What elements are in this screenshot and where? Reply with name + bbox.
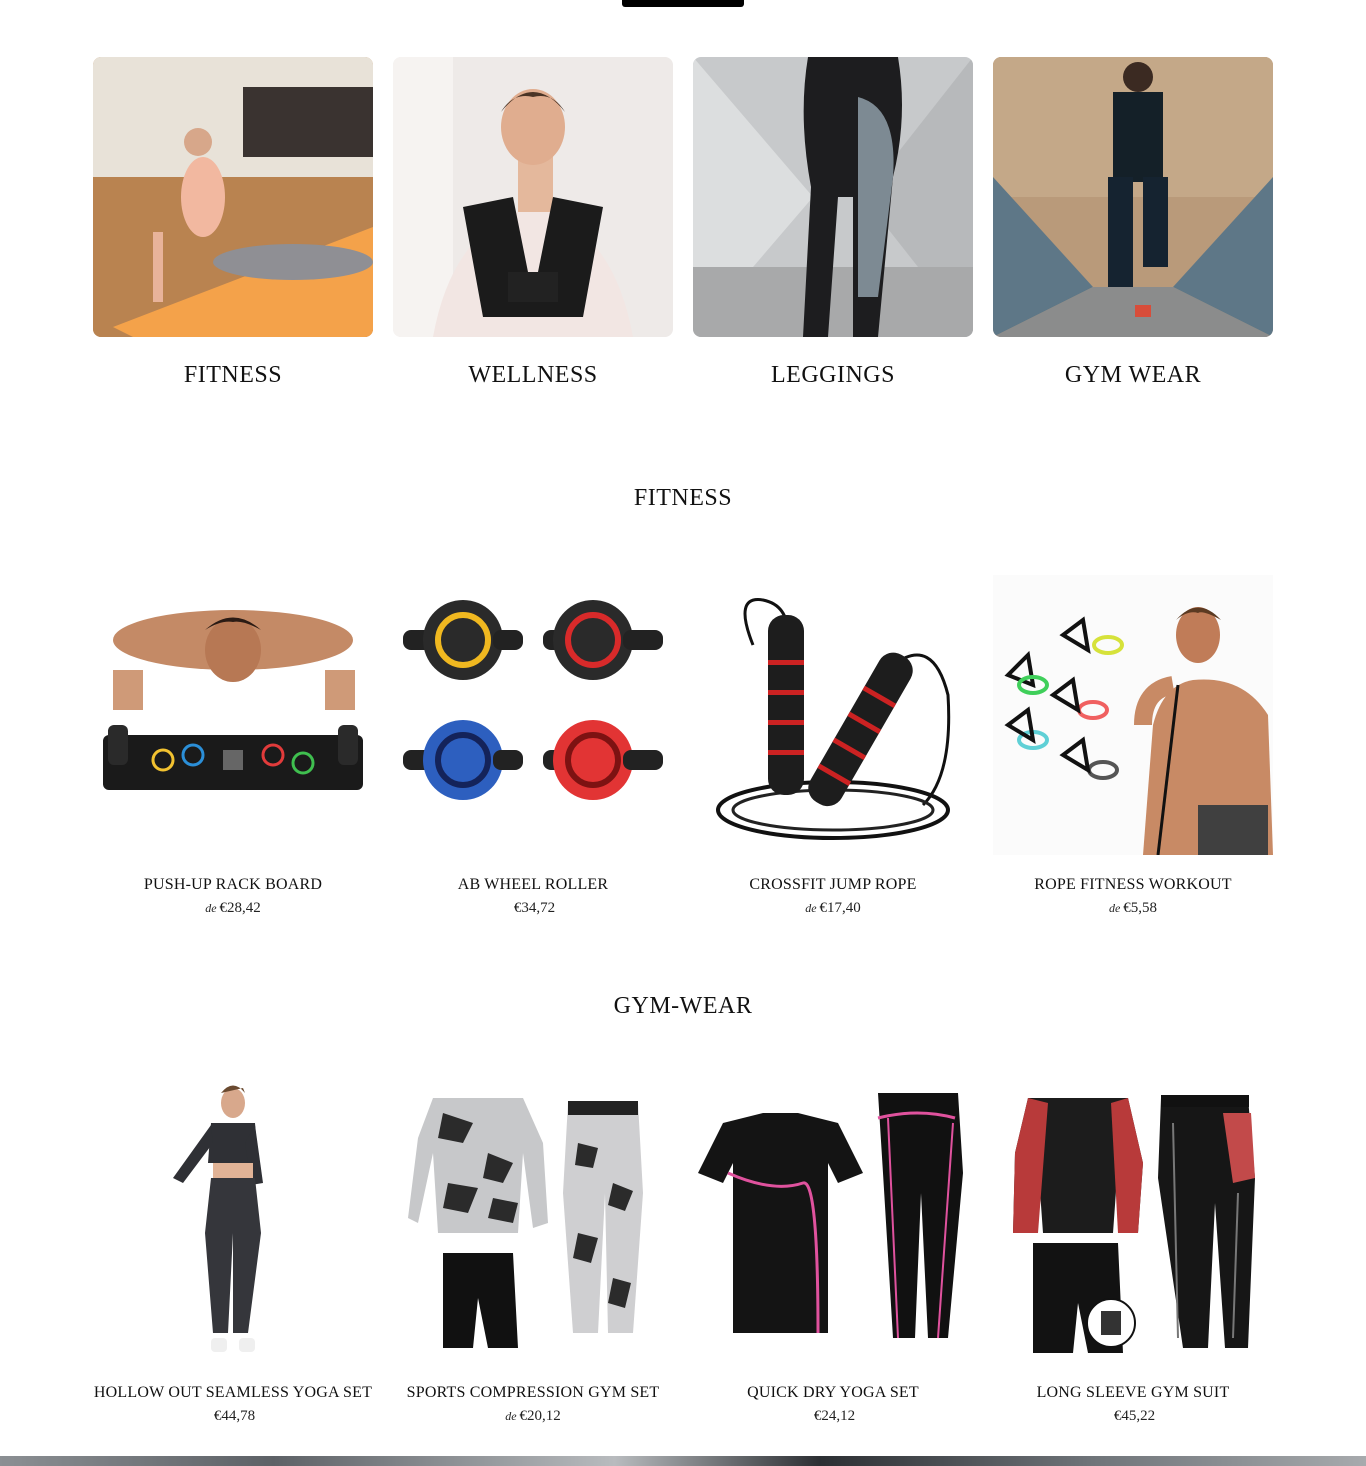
section-title-gym-wear[interactable]: GYM-WEAR [0, 993, 1366, 1020]
product-name[interactable]: SPORTS COMPRESSION GYM SET [393, 1384, 673, 1402]
product-image[interactable] [993, 575, 1273, 855]
product-grid-fitness: PUSH-UP RACK BOARD de €28,42 AB WHEEL RO… [93, 575, 1273, 917]
product-price: €44,78 [93, 1408, 373, 1425]
collection-leggings-label[interactable]: LEGGINGS [693, 362, 973, 389]
price-prefix: de [205, 901, 217, 915]
price-value: €17,40 [819, 900, 861, 916]
product-price: €45,22 [993, 1408, 1273, 1425]
footer-banner-image [0, 1456, 1366, 1466]
product-card[interactable]: ROPE FITNESS WORKOUT de €5,58 [993, 575, 1273, 917]
product-image[interactable] [393, 1083, 673, 1363]
product-price: €24,12 [693, 1408, 973, 1425]
price-value: €5,58 [1123, 900, 1158, 916]
collection-gym-wear[interactable]: GYM WEAR [993, 57, 1273, 389]
price-value: €45,22 [1113, 1408, 1156, 1424]
collection-gym-wear-image[interactable] [993, 57, 1273, 337]
product-card[interactable]: CROSSFIT JUMP ROPE de €17,40 [693, 575, 973, 917]
product-image[interactable] [693, 1083, 973, 1363]
collection-gym-wear-label[interactable]: GYM WEAR [993, 362, 1273, 389]
collection-leggings-image[interactable] [693, 57, 973, 337]
price-value: €20,12 [519, 1408, 561, 1424]
collection-wellness-label[interactable]: WELLNESS [393, 362, 673, 389]
collection-wellness-image[interactable] [393, 57, 673, 337]
price-value: €44,78 [213, 1408, 256, 1424]
price-value: €24,12 [813, 1408, 856, 1424]
price-prefix: de [1108, 901, 1121, 915]
price-prefix: de [505, 1409, 517, 1423]
product-price: de €20,12 [393, 1408, 673, 1425]
product-price: de €28,42 [93, 900, 373, 917]
product-image[interactable] [93, 575, 373, 855]
product-image[interactable] [693, 575, 973, 855]
product-card[interactable]: AB WHEEL ROLLER €34,72 [393, 575, 673, 917]
product-image[interactable] [993, 1083, 1273, 1363]
product-name[interactable]: AB WHEEL ROLLER [393, 876, 673, 894]
collection-fitness-label[interactable]: FITNESS [93, 362, 373, 389]
product-grid-gym-wear: HOLLOW OUT SEAMLESS YOGA SET €44,78 SPOR… [93, 1083, 1273, 1425]
price-prefix: de [805, 901, 817, 915]
product-image[interactable] [393, 575, 673, 855]
collection-wellness[interactable]: WELLNESS [393, 57, 673, 389]
product-name[interactable]: LONG SLEEVE GYM SUIT [993, 1384, 1273, 1402]
product-card[interactable]: LONG SLEEVE GYM SUIT €45,22 [993, 1083, 1273, 1425]
product-card[interactable]: SPORTS COMPRESSION GYM SET de €20,12 [393, 1083, 673, 1425]
header-tab[interactable] [622, 0, 744, 7]
price-value: €28,42 [219, 900, 261, 916]
collection-fitness[interactable]: FITNESS [93, 57, 373, 389]
price-value: €34,72 [513, 900, 556, 916]
section-title-fitness[interactable]: FITNESS [0, 485, 1366, 512]
collection-fitness-image[interactable] [93, 57, 373, 337]
product-price: €34,72 [393, 900, 673, 917]
product-name[interactable]: CROSSFIT JUMP ROPE [693, 876, 973, 894]
product-image[interactable] [93, 1083, 373, 1363]
product-price: de €5,58 [993, 900, 1273, 917]
collection-leggings[interactable]: LEGGINGS [693, 57, 973, 389]
product-card[interactable]: QUICK DRY YOGA SET €24,12 [693, 1083, 973, 1425]
product-name[interactable]: QUICK DRY YOGA SET [693, 1384, 973, 1402]
product-name[interactable]: PUSH-UP RACK BOARD [93, 876, 373, 894]
product-name[interactable]: HOLLOW OUT SEAMLESS YOGA SET [93, 1384, 373, 1402]
product-price: de €17,40 [693, 900, 973, 917]
product-name[interactable]: ROPE FITNESS WORKOUT [993, 876, 1273, 894]
product-card[interactable]: HOLLOW OUT SEAMLESS YOGA SET €44,78 [93, 1083, 373, 1425]
collection-grid: FITNESS WELLNESS LEGGINGS GYM WEAR [93, 57, 1273, 389]
product-card[interactable]: PUSH-UP RACK BOARD de €28,42 [93, 575, 373, 917]
